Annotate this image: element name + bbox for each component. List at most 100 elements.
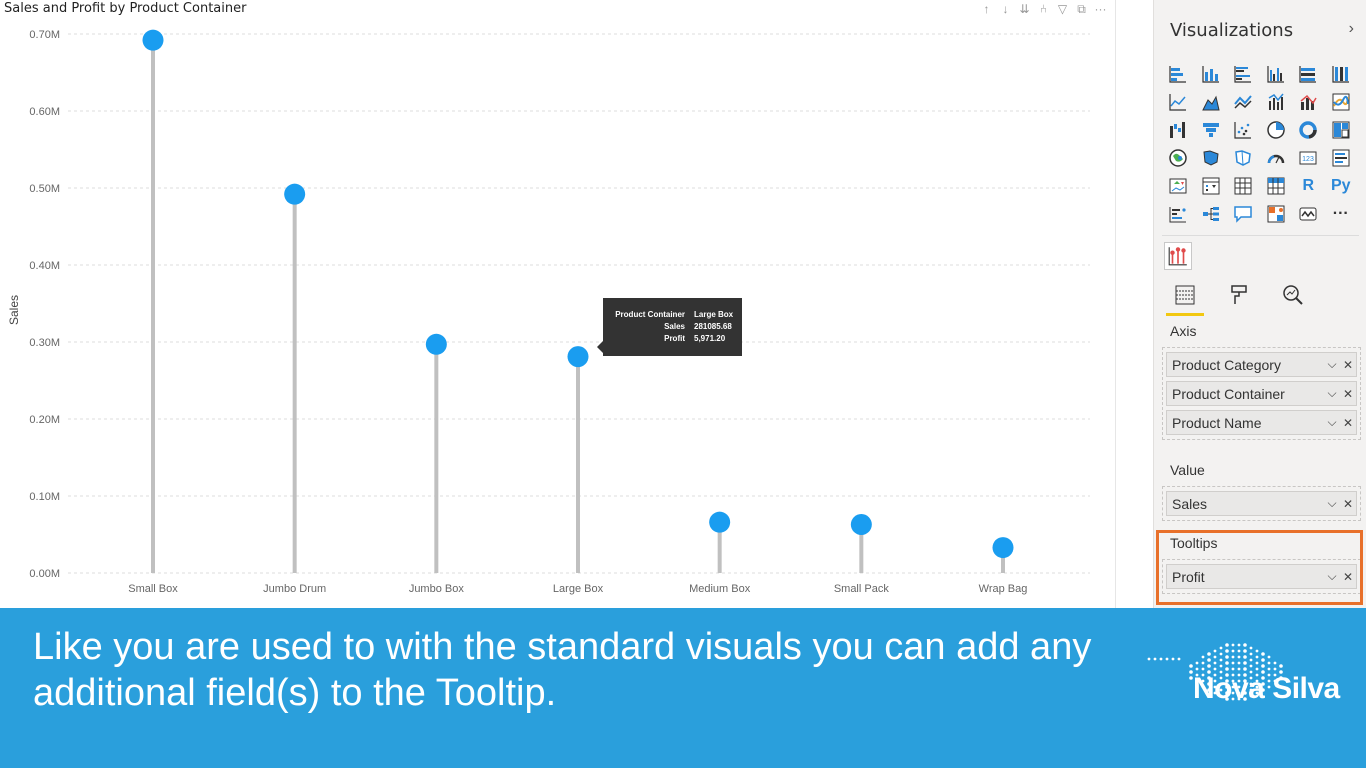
- logo-dot: [1231, 655, 1235, 659]
- logo-dot: [1207, 664, 1211, 668]
- slicer-icon[interactable]: [1195, 172, 1228, 200]
- logo-dot: [1201, 655, 1205, 659]
- logo-dot: [1273, 667, 1277, 671]
- x-tick-label: Medium Box: [689, 583, 751, 595]
- python-visual-icon[interactable]: Py: [1325, 172, 1358, 200]
- field-pill-product-container[interactable]: Product Container ⌵ ✕: [1166, 381, 1357, 406]
- lollipop-marker[interactable]: [709, 511, 731, 533]
- table-icon[interactable]: [1227, 172, 1260, 200]
- card-icon-label: 123: [1302, 156, 1314, 163]
- gauge-icon[interactable]: [1260, 144, 1293, 172]
- format-paint-roller-icon[interactable]: [1224, 280, 1254, 310]
- visual-types-gallery: 123 R Py ···: [1162, 60, 1357, 228]
- arcgis-map-icon[interactable]: [1292, 200, 1325, 228]
- stacked-area-chart-icon[interactable]: [1227, 88, 1260, 116]
- smart-narrative-icon[interactable]: [1260, 200, 1293, 228]
- scatter-chart-icon[interactable]: [1227, 116, 1260, 144]
- r-script-visual-icon[interactable]: R: [1292, 172, 1325, 200]
- lollipop-marker[interactable]: [567, 346, 589, 368]
- y-axis-label: Sales: [7, 295, 21, 325]
- tooltip-row: Profit 5,971.20: [603, 334, 742, 346]
- logo-dot: [1249, 658, 1253, 662]
- chevron-right-icon[interactable]: ›: [1349, 20, 1354, 38]
- logo-text: Nova Silva: [1193, 672, 1340, 705]
- shape-map-icon[interactable]: [1227, 144, 1260, 172]
- logo-dot: [1249, 646, 1253, 650]
- field-pill-label: Product Name: [1172, 414, 1262, 431]
- chevron-down-icon[interactable]: ⌵: [1324, 357, 1340, 372]
- logo-dot: [1159, 657, 1163, 661]
- clustered-bar-chart-icon[interactable]: [1227, 60, 1260, 88]
- visualizations-pane: Visualizations › 123 R Py ··· Axis Produ…: [1153, 0, 1366, 608]
- tooltips-highlight-box: [1156, 530, 1363, 605]
- more-visuals-icon[interactable]: ···: [1325, 200, 1358, 228]
- lollipop-marker[interactable]: [284, 183, 306, 205]
- qa-visual-icon[interactable]: [1227, 200, 1260, 228]
- logo-dot: [1213, 649, 1217, 653]
- close-icon[interactable]: ✕: [1340, 497, 1356, 511]
- card-icon[interactable]: 123: [1292, 144, 1325, 172]
- lollipop-custom-visual-icon[interactable]: [1164, 242, 1192, 270]
- line-stacked-column-chart-icon[interactable]: [1292, 88, 1325, 116]
- logo-dot: [1243, 661, 1247, 665]
- more-visuals-label: ···: [1332, 205, 1349, 222]
- logo-dot: [1219, 658, 1223, 662]
- filled-map-icon[interactable]: [1195, 144, 1228, 172]
- chevron-down-icon[interactable]: ⌵: [1324, 415, 1340, 430]
- lollipop-marker[interactable]: [992, 537, 1014, 559]
- logo-dot: [1237, 649, 1241, 653]
- multi-row-card-icon[interactable]: [1325, 144, 1358, 172]
- ribbon-chart-icon[interactable]: [1325, 88, 1358, 116]
- data-tooltip: Product Container Large Box Sales 281085…: [597, 298, 742, 356]
- map-icon[interactable]: [1162, 144, 1195, 172]
- treemap-icon[interactable]: [1325, 116, 1358, 144]
- field-pill-sales[interactable]: Sales ⌵ ✕: [1166, 491, 1357, 516]
- 100-stacked-bar-chart-icon[interactable]: [1292, 60, 1325, 88]
- key-influencers-icon[interactable]: [1162, 200, 1195, 228]
- close-icon[interactable]: ✕: [1340, 387, 1356, 401]
- logo-dot: [1219, 652, 1223, 656]
- matrix-icon[interactable]: [1260, 172, 1293, 200]
- clustered-column-chart-icon[interactable]: [1260, 60, 1293, 88]
- line-clustered-column-chart-icon[interactable]: [1260, 88, 1293, 116]
- logo-dot: [1237, 643, 1241, 647]
- decomposition-tree-icon[interactable]: [1195, 200, 1228, 228]
- logo-dot: [1195, 667, 1199, 671]
- y-tick-label: 0.30M: [29, 337, 60, 349]
- logo-dot: [1249, 652, 1253, 656]
- lollipop-marker[interactable]: [142, 29, 164, 51]
- close-icon[interactable]: ✕: [1340, 358, 1356, 372]
- x-tick-label: Large Box: [553, 583, 604, 595]
- area-chart-icon[interactable]: [1195, 88, 1228, 116]
- stacked-column-chart-icon[interactable]: [1195, 60, 1228, 88]
- logo-dot: [1255, 661, 1259, 665]
- logo-dot: [1213, 667, 1217, 671]
- logo-dot: [1237, 655, 1241, 659]
- waterfall-chart-icon[interactable]: [1162, 116, 1195, 144]
- field-pill-product-name[interactable]: Product Name ⌵ ✕: [1166, 410, 1357, 435]
- analytics-magnifier-icon[interactable]: [1278, 280, 1308, 310]
- r-icon-label: R: [1302, 177, 1315, 194]
- logo-dot: [1177, 657, 1181, 661]
- logo-dot: [1231, 643, 1235, 647]
- donut-chart-icon[interactable]: [1292, 116, 1325, 144]
- chevron-down-icon[interactable]: ⌵: [1324, 386, 1340, 401]
- tooltip-value: 281085.68: [694, 322, 732, 331]
- 100-stacked-column-chart-icon[interactable]: [1325, 60, 1358, 88]
- lollipop-marker[interactable]: [850, 513, 872, 535]
- funnel-chart-icon[interactable]: [1195, 116, 1228, 144]
- line-chart-icon[interactable]: [1162, 88, 1195, 116]
- tooltip-key: Product Container: [615, 310, 685, 319]
- stacked-bar-chart-icon[interactable]: [1162, 60, 1195, 88]
- field-pill-product-category[interactable]: Product Category ⌵ ✕: [1166, 352, 1357, 377]
- x-tick-label: Jumbo Drum: [263, 583, 326, 595]
- logo-dot: [1147, 657, 1151, 661]
- fields-tab-icon[interactable]: [1166, 280, 1204, 316]
- chevron-down-icon[interactable]: ⌵: [1324, 496, 1340, 511]
- pie-chart-icon[interactable]: [1260, 116, 1293, 144]
- pane-tabs: [1166, 280, 1308, 316]
- logo-dot: [1165, 657, 1169, 661]
- close-icon[interactable]: ✕: [1340, 416, 1356, 430]
- lollipop-marker[interactable]: [425, 333, 447, 355]
- kpi-icon[interactable]: [1162, 172, 1195, 200]
